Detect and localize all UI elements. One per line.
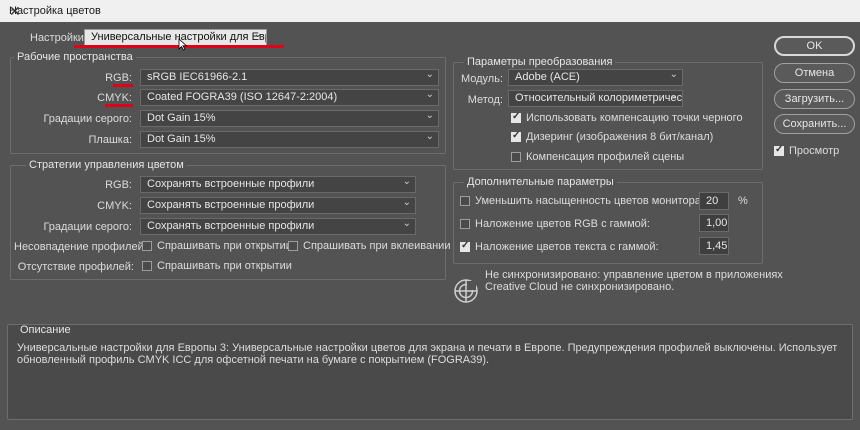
sync-text-line2: Creative Cloud не синхронизировано. bbox=[485, 281, 675, 293]
description-title: Описание bbox=[20, 324, 71, 336]
window-titlebar: Настройка цветов ✕ bbox=[0, 0, 860, 22]
percent-label: % bbox=[738, 195, 748, 207]
ws-gray-select[interactable]: Dot Gain 15% ⌄ bbox=[140, 110, 439, 127]
load-button[interactable]: Загрузить... bbox=[774, 89, 855, 109]
chevron-down-icon: ⌄ bbox=[253, 29, 262, 40]
engine-label: Модуль: bbox=[460, 73, 503, 85]
description-box bbox=[7, 324, 853, 420]
policy-gray-label: Градации серого: bbox=[43, 221, 132, 233]
policy-rgb-select[interactable]: Сохранять встроенные профили ⌄ bbox=[140, 176, 416, 193]
blend-text-label: Наложение цветов текста с гаммой: bbox=[475, 241, 659, 253]
chevron-down-icon: ⌄ bbox=[425, 110, 434, 121]
settings-label: Настройки: bbox=[30, 32, 87, 44]
ws-spot-select[interactable]: Dot Gain 15% ⌄ bbox=[140, 131, 439, 148]
settings-select[interactable]: Универсальные настройки для Европ... ⌄ bbox=[84, 29, 267, 46]
desaturate-checkbox[interactable] bbox=[460, 196, 470, 206]
chevron-down-icon: ⌄ bbox=[669, 69, 678, 80]
policy-gray-value: Сохранять встроенные профили bbox=[147, 220, 315, 232]
chevron-down-icon: ⌄ bbox=[425, 89, 434, 100]
close-icon[interactable]: ✕ bbox=[9, 3, 846, 20]
ws-spot-value: Dot Gain 15% bbox=[147, 133, 216, 145]
ws-gray-label: Градации серого: bbox=[43, 113, 132, 125]
policy-gray-select[interactable]: Сохранять встроенные профили ⌄ bbox=[140, 218, 416, 235]
blend-rgb-input[interactable]: 1,00 bbox=[699, 214, 729, 232]
chevron-down-icon: ⌄ bbox=[402, 218, 411, 229]
blend-rgb-label: Наложение цветов RGB с гаммой: bbox=[475, 218, 650, 230]
ask-open-label: Спрашивать при открытии bbox=[157, 240, 292, 252]
cursor-icon bbox=[178, 38, 188, 51]
policies-title: Стратегии управления цветом bbox=[26, 159, 187, 171]
chevron-down-icon: ⌄ bbox=[402, 176, 411, 187]
save-button[interactable]: Сохранить... bbox=[774, 114, 855, 134]
mismatch-label: Несовпадение профилей: bbox=[14, 241, 147, 253]
chevron-down-icon: ⌄ bbox=[402, 197, 411, 208]
dither-label: Дизеринг (изображения 8 бит/канал) bbox=[526, 131, 714, 143]
description-line2: обновленный профиль CMYK ICC для офсетно… bbox=[17, 354, 490, 366]
ws-cmyk-value: Coated FOGRA39 (ISO 12647-2:2004) bbox=[147, 91, 338, 103]
blend-text-checkbox[interactable] bbox=[460, 240, 470, 252]
missing-ask-open-label: Спрашивать при открытии bbox=[157, 260, 292, 272]
ok-button[interactable]: OK bbox=[774, 36, 855, 56]
policy-cmyk-value: Сохранять встроенные профили bbox=[147, 199, 315, 211]
sync-status-icon bbox=[454, 279, 478, 303]
policy-cmyk-label: CMYK: bbox=[97, 200, 132, 212]
chevron-down-icon: ⌄ bbox=[669, 90, 678, 101]
desaturate-input[interactable]: 20 bbox=[699, 192, 729, 210]
workspaces-title: Рабочие пространства bbox=[14, 51, 136, 63]
ws-rgb-select[interactable]: sRGB IEC61966-2.1 ⌄ bbox=[140, 69, 439, 86]
conversion-title: Параметры преобразования bbox=[464, 56, 616, 68]
description-line1: Универсальные настройки для Европы 3: Ун… bbox=[17, 342, 838, 354]
sync-text-line1: Не синхронизировано: управление цветом в… bbox=[485, 269, 783, 281]
annotation-underline-cmyk bbox=[105, 104, 133, 107]
desaturate-label: Уменьшить насыщенность цветов монитора н… bbox=[475, 195, 720, 207]
ask-paste-label: Спрашивать при вклеивании bbox=[303, 240, 451, 252]
ask-paste-checkbox[interactable] bbox=[288, 241, 298, 251]
blend-rgb-checkbox[interactable] bbox=[460, 219, 470, 229]
preview-label: Просмотр bbox=[789, 145, 840, 157]
policy-rgb-label: RGB: bbox=[105, 179, 132, 191]
policy-rgb-value: Сохранять встроенные профили bbox=[147, 178, 315, 190]
ws-cmyk-label: CMYK: bbox=[97, 92, 132, 104]
chevron-down-icon: ⌄ bbox=[425, 69, 434, 80]
ws-spot-label: Плашка: bbox=[88, 134, 133, 146]
advanced-title: Дополнительные параметры bbox=[464, 176, 617, 188]
engine-select[interactable]: Adobe (ACE) ⌄ bbox=[508, 69, 683, 86]
ask-open-checkbox[interactable] bbox=[142, 241, 152, 251]
preview-checkbox[interactable] bbox=[774, 144, 784, 156]
ws-cmyk-select[interactable]: Coated FOGRA39 (ISO 12647-2:2004) ⌄ bbox=[140, 89, 439, 106]
blend-text-input[interactable]: 1,45 bbox=[699, 237, 729, 255]
chevron-down-icon: ⌄ bbox=[425, 131, 434, 142]
engine-value: Adobe (ACE) bbox=[515, 71, 580, 83]
bpc-label: Использовать компенсацию точки черного bbox=[526, 112, 743, 124]
cancel-button[interactable]: Отмена bbox=[774, 63, 855, 83]
dither-checkbox[interactable] bbox=[511, 130, 521, 142]
bpc-checkbox[interactable] bbox=[511, 111, 521, 123]
ws-rgb-label: RGB: bbox=[105, 72, 132, 84]
ws-rgb-value: sRGB IEC61966-2.1 bbox=[147, 71, 248, 83]
annotation-underline-rgb bbox=[113, 84, 133, 87]
scene-checkbox[interactable] bbox=[511, 152, 521, 162]
intent-value: Относительный колориметрический bbox=[515, 92, 683, 104]
policy-cmyk-select[interactable]: Сохранять встроенные профили ⌄ bbox=[140, 197, 416, 214]
intent-select[interactable]: Относительный колориметрический ⌄ bbox=[508, 90, 683, 107]
scene-label: Компенсация профилей сцены bbox=[526, 151, 685, 163]
intent-label: Метод: bbox=[467, 94, 503, 106]
missing-ask-open-checkbox[interactable] bbox=[142, 261, 152, 271]
missing-label: Отсутствие профилей: bbox=[17, 261, 134, 273]
ws-gray-value: Dot Gain 15% bbox=[147, 112, 216, 124]
